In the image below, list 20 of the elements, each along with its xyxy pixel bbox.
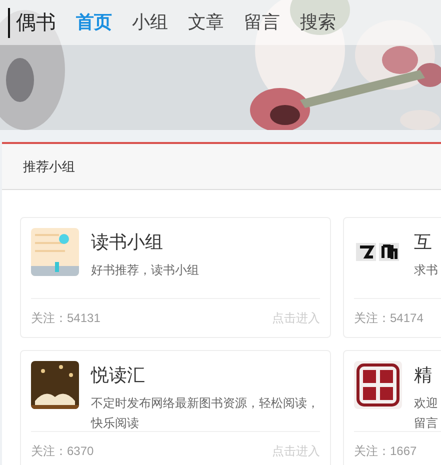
group-description: 不定时发布网络最新图书资源，轻松阅读， 快乐阅读 [91,395,319,432]
follower-count: 关注：6370 [31,442,94,460]
group-card[interactable]: 精 欢迎 留言 关注：1667 [343,350,441,465]
group-title[interactable]: 读书小组 [91,230,199,254]
logo[interactable]: 偶书 [8,8,62,38]
group-card[interactable]: 互 求书 关注：54174 [343,217,441,338]
group-title[interactable]: 精 [414,363,438,387]
nav-tab[interactable]: 文章 [188,9,244,36]
group-title[interactable]: 互 [414,230,438,254]
group-title[interactable]: 悦读汇 [91,363,319,387]
group-description: 欢迎 留言 [414,395,438,432]
follower-count: 关注：54174 [354,310,424,326]
nav-tab[interactable]: 搜索 [300,9,356,36]
nav-tab[interactable]: 留言 [244,9,300,36]
follower-count: 关注：54131 [31,310,100,326]
follower-count: 关注：1667 [354,442,417,460]
group-description: 好书推荐，读书小组 [91,262,199,279]
panel-title: 推荐小组 [23,158,75,176]
group-description: 求书 [414,262,438,279]
nav-tab[interactable]: 小组 [132,9,188,36]
